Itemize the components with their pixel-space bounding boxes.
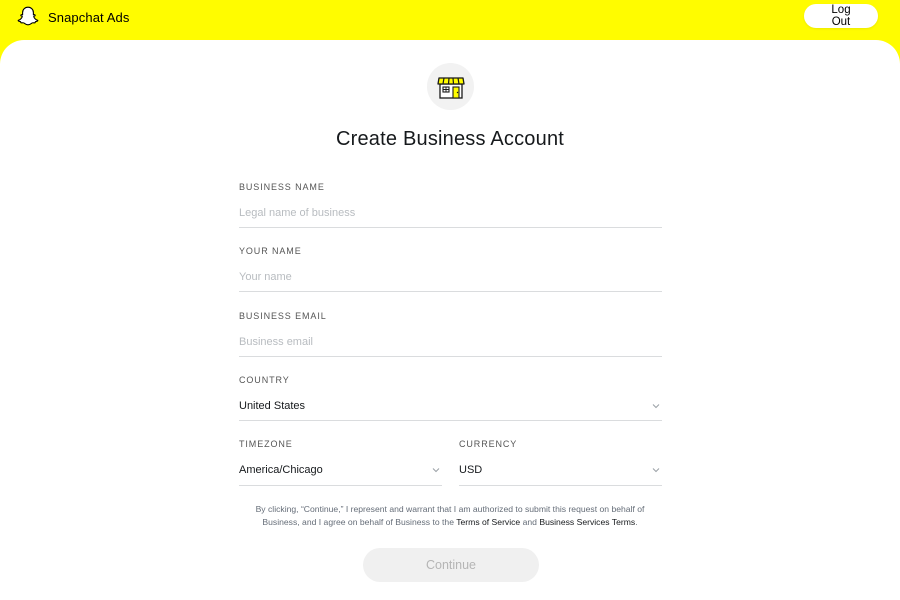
brand-name: Snapchat Ads [48, 9, 130, 25]
brand[interactable]: Snapchat Ads [16, 5, 129, 29]
business-name-input[interactable]: Legal name of business [239, 203, 661, 223]
log-out-button[interactable]: Log Out [804, 4, 878, 28]
timezone-underline [239, 485, 442, 486]
chevron-down-icon[interactable] [431, 465, 441, 475]
country-underline [239, 420, 662, 421]
chevron-down-icon[interactable] [651, 465, 661, 475]
currency-label: CURRENCY [459, 439, 518, 449]
business-email-input[interactable]: Business email [239, 332, 661, 352]
business-services-terms-link[interactable]: Business Services Terms [539, 517, 635, 527]
currency-underline [459, 485, 662, 486]
store-icon-badge [427, 63, 474, 110]
page-title: Create Business Account [335, 128, 565, 150]
legal-end: . [635, 517, 638, 527]
business-name-underline [239, 227, 662, 228]
your-name-input[interactable]: Your name [239, 267, 661, 287]
business-email-underline [239, 356, 662, 357]
timezone-select[interactable]: America/Chicago [239, 460, 441, 480]
continue-button[interactable]: Continue [363, 548, 539, 582]
your-name-underline [239, 291, 662, 292]
top-bar: Snapchat Ads Log Out [0, 0, 900, 40]
terms-of-service-link[interactable]: Terms of Service [456, 517, 520, 527]
legal-and: and [520, 517, 540, 527]
storefront-icon [436, 76, 465, 99]
snapchat-ghost-icon [17, 6, 39, 26]
business-email-label: BUSINESS EMAIL [239, 311, 327, 321]
country-label: COUNTRY [239, 375, 290, 385]
your-name-label: YOUR NAME [239, 246, 302, 256]
timezone-label: TIMEZONE [239, 439, 293, 449]
currency-select[interactable]: USD [459, 460, 661, 480]
chevron-down-icon[interactable] [651, 401, 661, 411]
legal-disclaimer: By clicking, “Continue,” I represent and… [238, 503, 662, 529]
country-select[interactable]: United States [239, 396, 661, 416]
business-name-label: BUSINESS NAME [239, 182, 325, 192]
